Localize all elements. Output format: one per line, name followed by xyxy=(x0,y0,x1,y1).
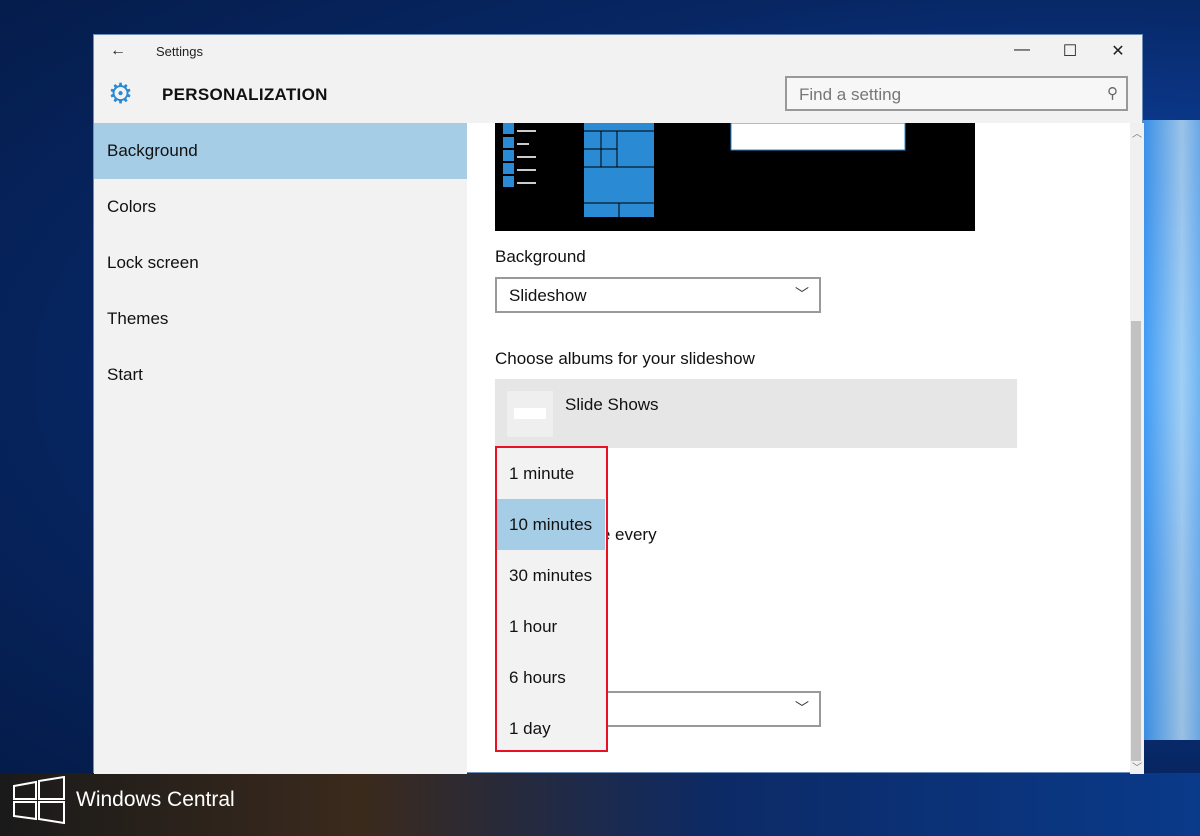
interval-option[interactable]: 1 minute xyxy=(497,448,606,499)
album-tile[interactable]: Slide Shows xyxy=(495,379,1017,448)
sidebar-item-lock-screen[interactable]: Lock screen xyxy=(94,235,467,291)
settings-window: ← Settings — ☐ ✕ ⚙ PERSONALIZATION Find … xyxy=(93,34,1143,773)
scroll-down-icon[interactable]: ﹀ xyxy=(1132,759,1142,774)
sidebar: Background Colors Lock screen Themes Sta… xyxy=(94,123,467,774)
interval-option-selected[interactable]: 10 minutes xyxy=(497,499,605,550)
scroll-up-icon[interactable]: ︿ xyxy=(1132,125,1142,140)
watermark-text: Windows Central xyxy=(76,788,235,812)
chevron-down-icon: ﹀ xyxy=(795,284,809,304)
scrollbar[interactable]: ︿ ﹀ xyxy=(1130,123,1144,774)
desktop-wallpaper-logo xyxy=(1140,120,1200,740)
window-title: Settings xyxy=(156,44,203,59)
interval-dropdown-list[interactable]: 1 minute 10 minutes 30 minutes 1 hour 6 … xyxy=(495,446,608,752)
search-input[interactable]: Find a setting ⚲ xyxy=(785,76,1128,111)
watermark: Windows Central xyxy=(12,776,235,824)
background-dropdown-value: Slideshow xyxy=(509,286,587,305)
album-thumbnail xyxy=(507,391,553,437)
header: ⚙ PERSONALIZATION Find a setting ⚲ xyxy=(94,67,1142,123)
background-preview xyxy=(495,123,975,231)
sidebar-item-themes[interactable]: Themes xyxy=(94,291,467,347)
sidebar-item-colors[interactable]: Colors xyxy=(94,179,467,235)
search-icon[interactable]: ⚲ xyxy=(1107,84,1118,102)
gear-icon: ⚙ xyxy=(108,80,136,108)
search-placeholder: Find a setting xyxy=(799,85,901,104)
chevron-down-icon: ﹀ xyxy=(795,698,809,718)
background-dropdown[interactable]: Slideshow ﹀ xyxy=(495,277,821,313)
title-bar: ← Settings — ☐ ✕ xyxy=(94,35,1142,67)
sidebar-item-start[interactable]: Start xyxy=(94,347,467,403)
content-pane: Background Slideshow ﹀ Choose albums for… xyxy=(467,123,1144,774)
background-label: Background xyxy=(495,247,586,267)
minimize-button[interactable]: — xyxy=(998,41,1046,61)
album-name: Slide Shows xyxy=(565,395,659,415)
interval-option[interactable]: 6 hours xyxy=(497,652,606,703)
sidebar-item-background[interactable]: Background xyxy=(94,123,467,179)
interval-option[interactable]: 1 day xyxy=(497,703,606,754)
maximize-button[interactable]: ☐ xyxy=(1046,41,1094,61)
close-button[interactable]: ✕ xyxy=(1094,41,1142,61)
back-arrow-icon[interactable]: ← xyxy=(94,42,142,60)
interval-option[interactable]: 1 hour xyxy=(497,601,606,652)
interval-option[interactable]: 30 minutes xyxy=(497,550,606,601)
windows-logo-icon xyxy=(12,776,66,824)
page-title: PERSONALIZATION xyxy=(162,85,328,105)
albums-label: Choose albums for your slideshow xyxy=(495,349,755,369)
scrollbar-thumb[interactable] xyxy=(1131,321,1141,761)
